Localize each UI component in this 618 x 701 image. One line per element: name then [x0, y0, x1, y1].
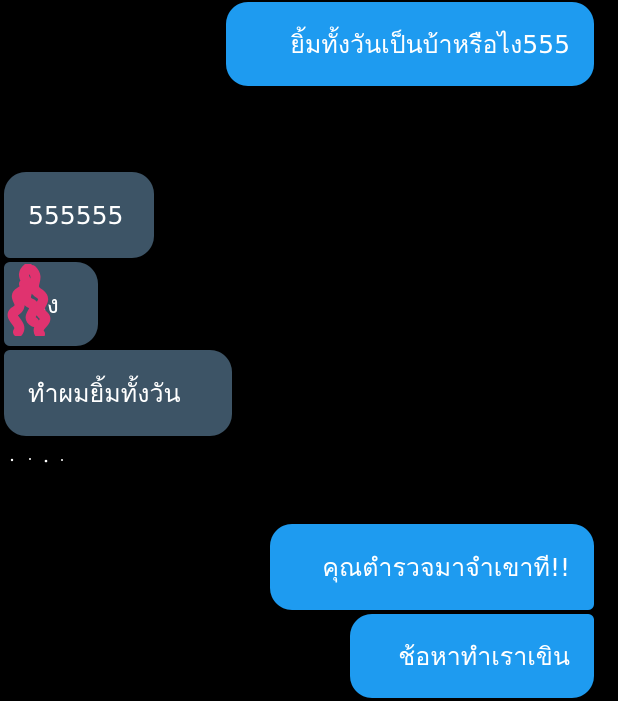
message-text: ยิ้มทั้งวันเป็นบ้าหรือไง555 — [290, 29, 570, 59]
message-sent-2[interactable]: คุณตำรวจมาจำเขาที!! — [270, 524, 594, 610]
message-sent-1[interactable]: ยิ้มทั้งวันเป็นบ้าหรือไง555 — [226, 2, 594, 86]
message-text: 555555 — [28, 200, 124, 230]
message-sent-3[interactable]: ช้อหาทำเราเขิน — [350, 614, 594, 698]
chat-thread: ยิ้มทั้งวันเป็นบ้าหรือไง555 555555 ไง ทำ… — [0, 0, 618, 701]
image-artifact-specks — [10, 458, 63, 463]
message-received-1[interactable]: 555555 — [4, 172, 154, 258]
message-text: คุณตำรวจมาจำเขาที!! — [322, 552, 570, 582]
redaction-scribble-icon — [7, 264, 51, 336]
message-text: ช้อหาทำเราเขิน — [398, 641, 570, 671]
message-received-3[interactable]: ทำผมยิ้มทั้งวัน — [4, 350, 232, 436]
message-text: ทำผมยิ้มทั้งวัน — [28, 378, 181, 408]
